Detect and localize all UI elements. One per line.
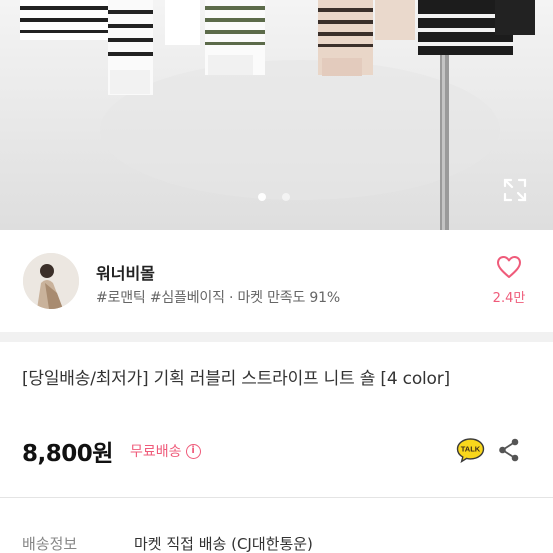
shop-name[interactable]: 워너비몰: [96, 260, 155, 284]
product-title: [당일배송/최저가] 기획 러블리 스트라이프 니트 숄 [4 color]: [22, 369, 450, 389]
talk-button[interactable]: TALK: [456, 437, 485, 463]
section-separator: [0, 332, 553, 342]
like-button[interactable]: 2.4만: [486, 255, 532, 306]
carousel-dot[interactable]: [282, 193, 290, 201]
carousel-dot-active[interactable]: [258, 193, 266, 201]
delivery-info-label: 배송정보: [22, 535, 78, 553]
free-shipping-label: 무료배송: [130, 444, 182, 460]
delivery-info-value: 마켓 직접 배송 (CJ대한통운): [134, 535, 313, 553]
expand-icon[interactable]: [502, 177, 528, 203]
like-count: 2.4만: [492, 291, 526, 306]
share-icon[interactable]: [498, 438, 520, 462]
shop-avatar[interactable]: [23, 253, 79, 309]
info-icon[interactable]: i: [185, 443, 201, 459]
shop-tags: #로맨틱 #심플베이직 · 마켓 만족도 91%: [96, 290, 340, 306]
heart-outline-icon[interactable]: [496, 255, 522, 279]
product-image-carousel[interactable]: [0, 0, 553, 230]
shop-info[interactable]: 워너비몰 #로맨틱 #심플베이직 · 마켓 만족도 91% 2.4만: [0, 230, 553, 332]
product-price: 8,800원: [22, 441, 113, 467]
free-shipping-badge[interactable]: 무료배송 i: [130, 441, 201, 461]
content-divider: [0, 497, 553, 498]
talk-label: TALK: [461, 445, 481, 454]
carousel-indicator: [258, 193, 290, 201]
